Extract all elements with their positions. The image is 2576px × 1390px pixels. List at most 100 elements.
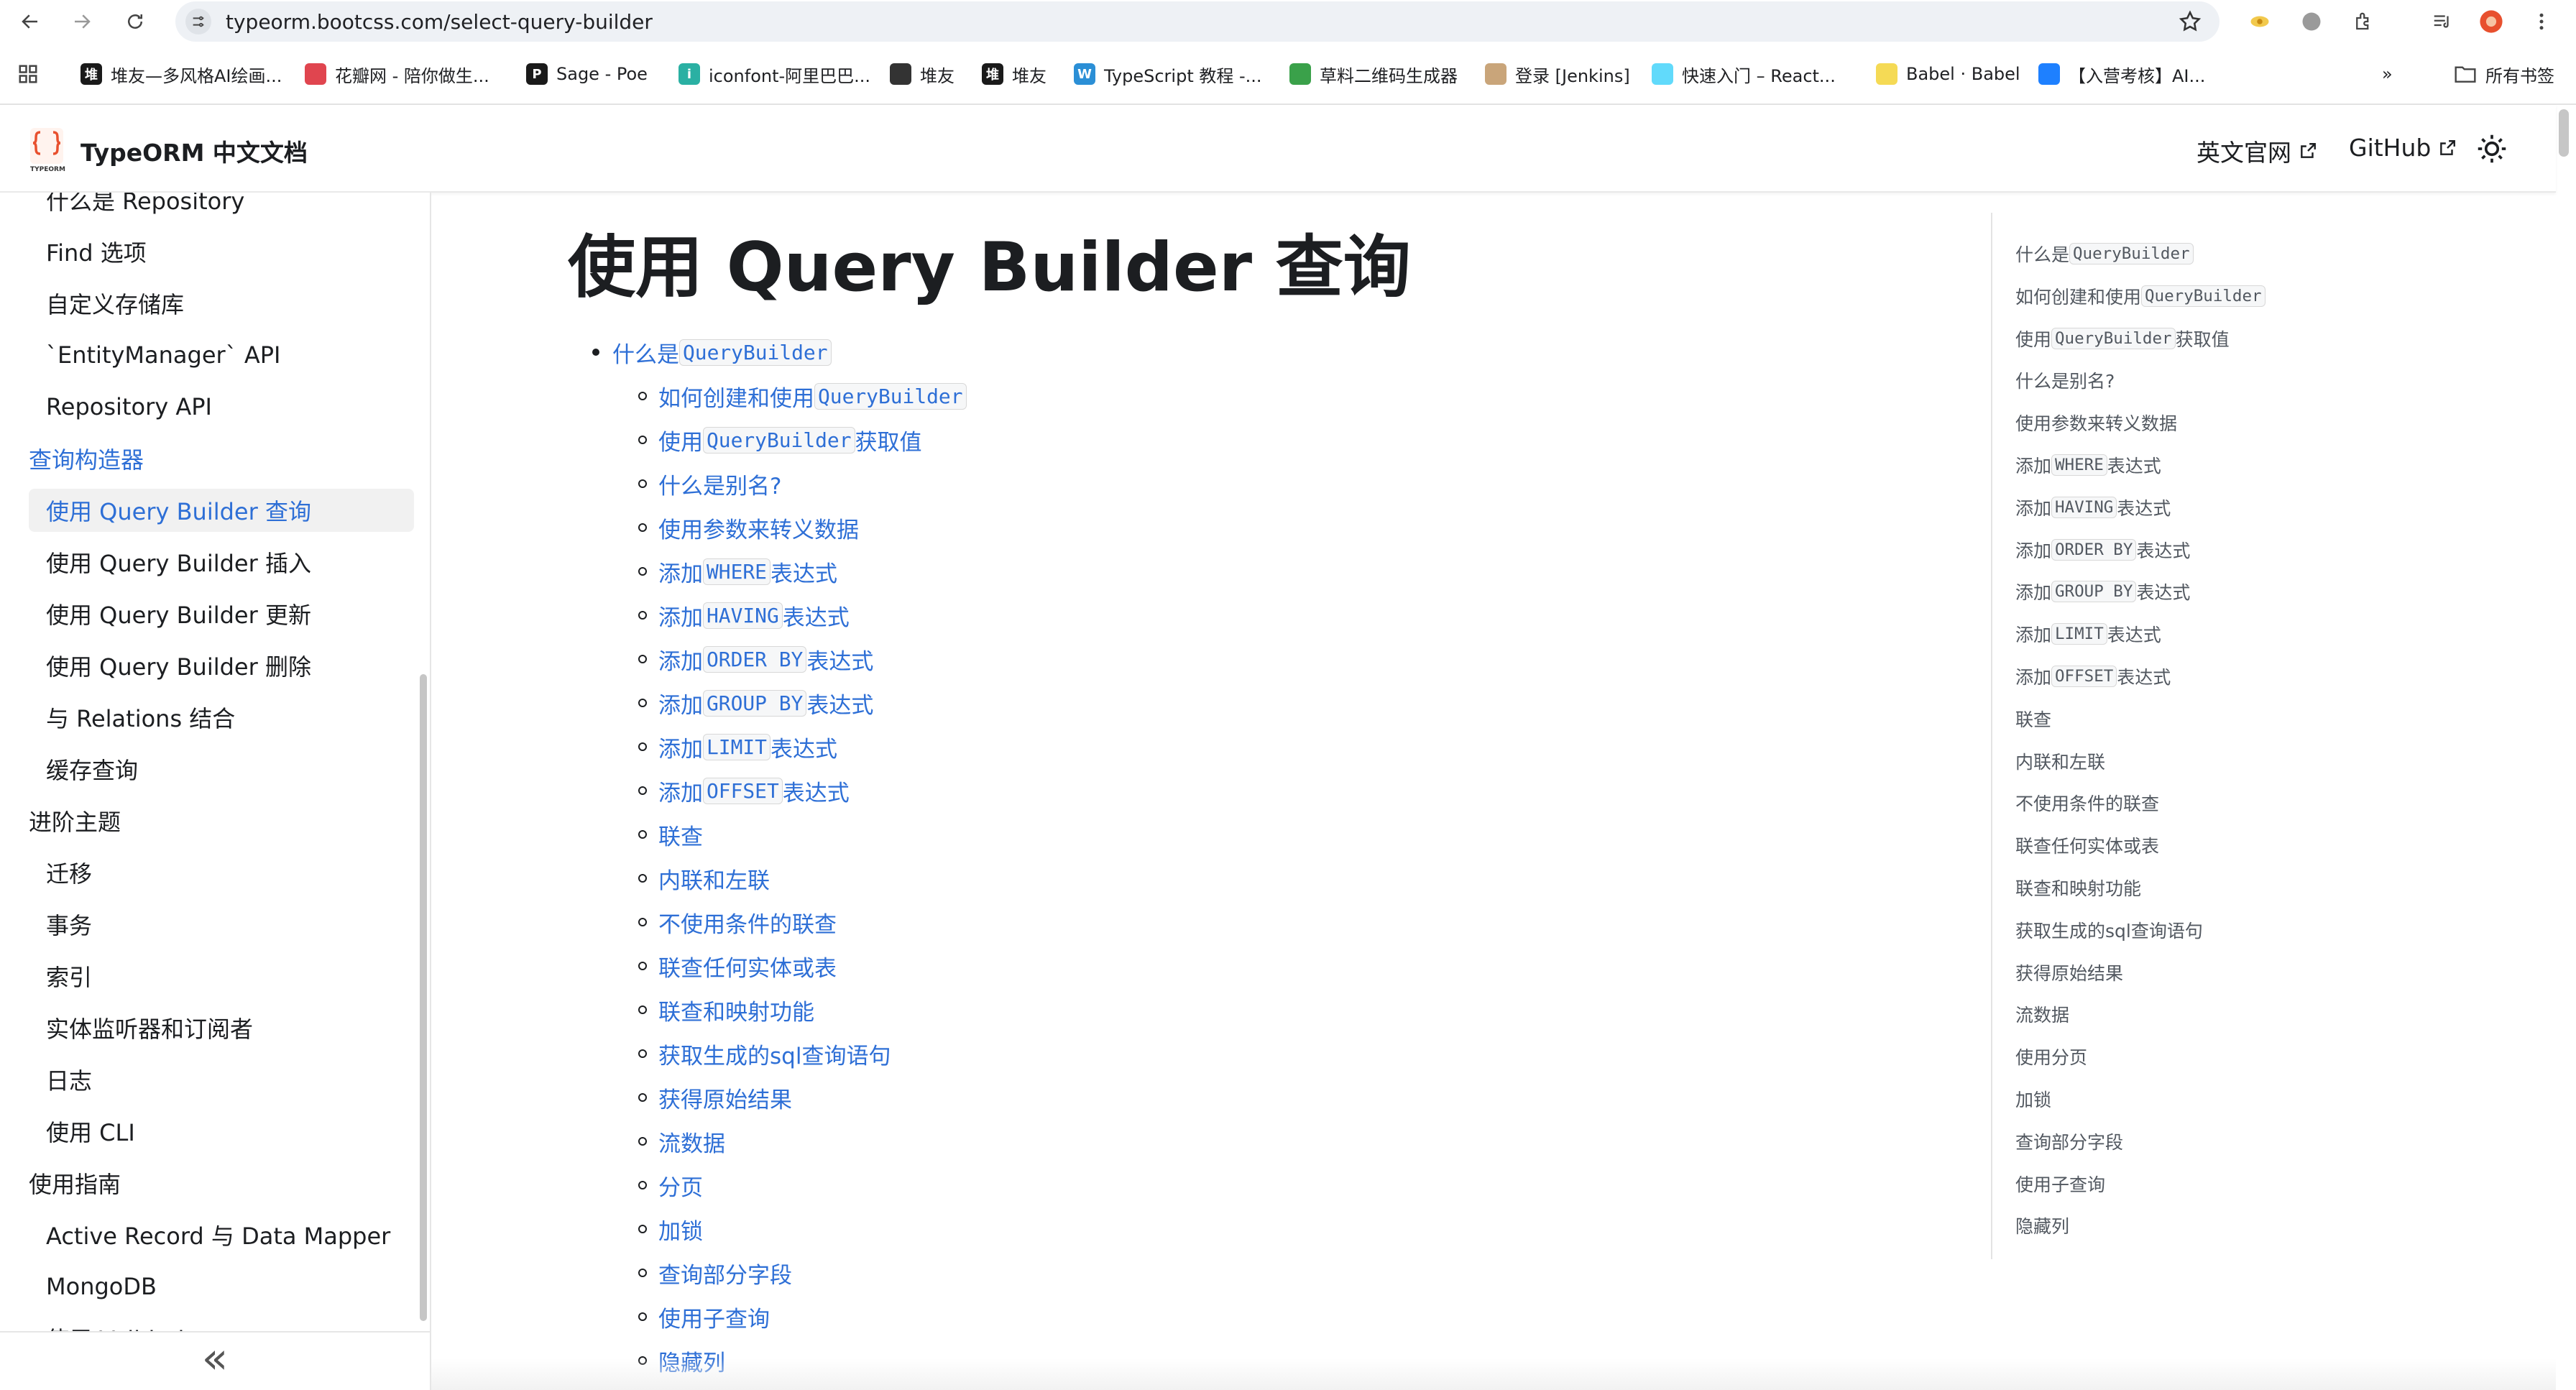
right-toc-link[interactable]: 添加 GROUP BY 表达式 [2015,576,2190,607]
profile-avatar[interactable] [2478,9,2504,34]
bookmark-item[interactable]: 登录 [Jenkins] [1485,60,1630,88]
right-toc-link[interactable]: 获得原始结果 [2015,957,2123,988]
sidebar-item[interactable]: 使用 CLI [46,1110,135,1153]
address-bar[interactable]: typeorm.bootcss.com/select-query-builder [175,1,2220,42]
sidebar-item[interactable]: 自定义存储库 [46,282,184,325]
bookmark-item[interactable]: i iconfont-阿里巴巴... [678,60,870,88]
right-toc-link[interactable]: 流数据 [2015,998,2069,1030]
toc-link[interactable]: 流数据 [658,1124,725,1159]
toc-link[interactable]: 添加 LIMIT 表达式 [658,729,837,764]
sidebar-item[interactable]: 实体监听器和订阅者 [46,1006,253,1049]
toc-link[interactable]: 如何创建和使用 QueryBuilder [658,379,967,413]
sidebar-item[interactable]: 使用 Query Builder 更新 [46,592,311,635]
site-info-icon[interactable] [185,9,211,34]
url-text[interactable]: typeorm.bootcss.com/select-query-builder [226,10,653,34]
right-toc-link[interactable]: 添加 WHERE 表达式 [2015,449,2161,481]
toc-link[interactable]: 使用参数来转义数据 [658,510,859,545]
sidebar-category[interactable]: 进阶主题 [29,799,121,842]
sidebar-item[interactable]: 与 Relations 结合 [46,696,235,739]
bookmark-star-icon[interactable] [2178,9,2202,34]
right-toc-link[interactable]: 使用子查询 [2015,1168,2105,1200]
toc-link[interactable]: 分页 [658,1168,703,1202]
right-toc-link[interactable]: 联查和映射功能 [2015,872,2141,903]
sidebar-item[interactable]: `EntityManager` API [46,333,280,377]
right-toc-link[interactable]: 获取生成的sql查询语句 [2015,914,2203,946]
extensions-puzzle-icon[interactable] [2350,9,2376,34]
toc-link[interactable]: 加锁 [658,1212,703,1246]
toc-link[interactable]: 联查任何实体或表 [658,949,837,983]
toc-link[interactable]: 联查 [658,817,703,852]
apps-grid-button[interactable] [17,60,39,88]
right-toc-link[interactable]: 查询部分字段 [2015,1126,2123,1157]
right-toc-link[interactable]: 加锁 [2015,1083,2051,1115]
toc-link[interactable]: 使用子查询 [658,1299,770,1334]
sidebar-category[interactable]: 使用指南 [29,1161,121,1205]
bookmark-item[interactable]: Babel · Babel [1876,60,2020,88]
sidebar-item[interactable]: 缓存查询 [46,747,138,791]
page-scrollbar[interactable] [2559,109,2569,157]
right-toc-link[interactable]: 联查任何实体或表 [2015,829,2159,861]
extension-eye-icon[interactable] [2247,9,2273,34]
english-site-link[interactable]: 英文官网 [2196,134,2317,168]
sidebar-scrollbar[interactable] [420,674,427,1321]
toc-link[interactable]: 添加 GROUP BY 表达式 [658,686,873,720]
toc-link[interactable]: 什么是 QueryBuilder [612,335,832,369]
sidebar-item[interactable]: 事务 [46,903,92,946]
right-toc-link[interactable]: 不使用条件的联查 [2015,787,2159,819]
sidebar-category[interactable]: 查询构造器 [29,437,144,480]
toc-link[interactable]: 获得原始结果 [658,1080,792,1115]
toc-link[interactable]: 查询部分字段 [658,1256,792,1290]
right-toc-link[interactable]: 使用参数来转义数据 [2015,407,2177,438]
bookmark-item[interactable]: W TypeScript 教程 -... [1074,60,1262,88]
sidebar-item-active[interactable]: 使用 Query Builder 查询 [29,489,414,532]
typeorm-logo-icon[interactable]: TYPEORM [27,125,66,172]
more-bookmarks-button[interactable]: » [2382,60,2393,88]
back-button[interactable] [14,6,46,37]
bookmark-item[interactable]: 快速入门 – React... [1652,60,1836,88]
right-toc-link[interactable]: 联查 [2015,703,2051,735]
toc-link[interactable]: 使用 QueryBuilder 获取值 [658,423,922,457]
right-toc-link[interactable]: 什么是 QueryBuilder [2015,238,2194,270]
right-toc-link[interactable]: 添加 ORDER BY 表达式 [2015,534,2190,566]
bookmark-item[interactable]: 【入营考核】AI... [2038,60,2205,88]
bookmark-item[interactable]: P Sage - Poe [526,60,648,88]
reload-button[interactable] [119,6,151,37]
browser-menu-icon[interactable] [2529,9,2554,34]
toc-link[interactable]: 添加 HAVING 表达式 [658,598,850,632]
right-toc-link[interactable]: 添加 HAVING 表达式 [2015,492,2171,523]
right-toc-link[interactable]: 使用分页 [2015,1041,2087,1072]
sidebar-item[interactable]: 迁移 [46,851,92,894]
toc-link[interactable]: 不使用条件的联查 [658,905,837,939]
sidebar-item[interactable]: Repository API [46,385,212,428]
right-toc-link[interactable]: 什么是别名? [2015,364,2115,396]
right-toc-link[interactable]: 添加 LIMIT 表达式 [2015,618,2161,650]
sidebar-item[interactable]: 什么是 Repository [46,193,244,221]
bookmark-item[interactable]: 堆友 [890,60,954,88]
site-title[interactable]: TypeORM 中文文档 [80,134,308,168]
collapse-sidebar-button[interactable]: « [0,1331,431,1390]
theme-toggle-button[interactable] [2472,129,2511,168]
bookmark-item[interactable]: 草料二维码生成器 [1289,60,1458,88]
sidebar-item[interactable]: MongoDB [46,1265,157,1308]
right-toc-link[interactable]: 添加 OFFSET 表达式 [2015,661,2171,692]
right-toc-link[interactable]: 隐藏列 [2015,1210,2069,1241]
right-toc-link[interactable]: 使用 QueryBuilder 获取值 [2015,323,2230,354]
sidebar-item[interactable]: 使用 Query Builder 插入 [46,540,311,584]
bookmark-item[interactable]: 花瓣网 - 陪你做生... [305,60,489,88]
sidebar-item[interactable]: 索引 [46,954,92,998]
sidebar-item[interactable]: 使用 Query Builder 删除 [46,644,311,687]
reading-list-icon[interactable] [2429,9,2455,34]
toc-link[interactable]: 添加 OFFSET 表达式 [658,773,850,808]
toc-link[interactable]: 什么是别名? [658,466,781,501]
bookmark-item[interactable]: 堆堆友—多风格AI绘画... [80,60,282,88]
toc-link[interactable]: 内联和左联 [658,861,770,896]
sidebar-item[interactable]: 日志 [46,1058,92,1101]
toc-link[interactable]: 联查和映射功能 [658,993,814,1027]
github-link[interactable]: GitHub [2349,134,2457,162]
sidebar-item[interactable]: Find 选项 [46,230,147,273]
all-bookmarks-folder[interactable]: 所有书签 [2454,60,2554,88]
toc-link[interactable]: 添加 WHERE 表达式 [658,554,837,589]
toc-link[interactable]: 添加 ORDER BY 表达式 [658,642,873,676]
sidebar-item[interactable]: 使用 Validation [46,1317,213,1331]
toc-link[interactable]: 获取生成的sql查询语句 [658,1036,891,1071]
